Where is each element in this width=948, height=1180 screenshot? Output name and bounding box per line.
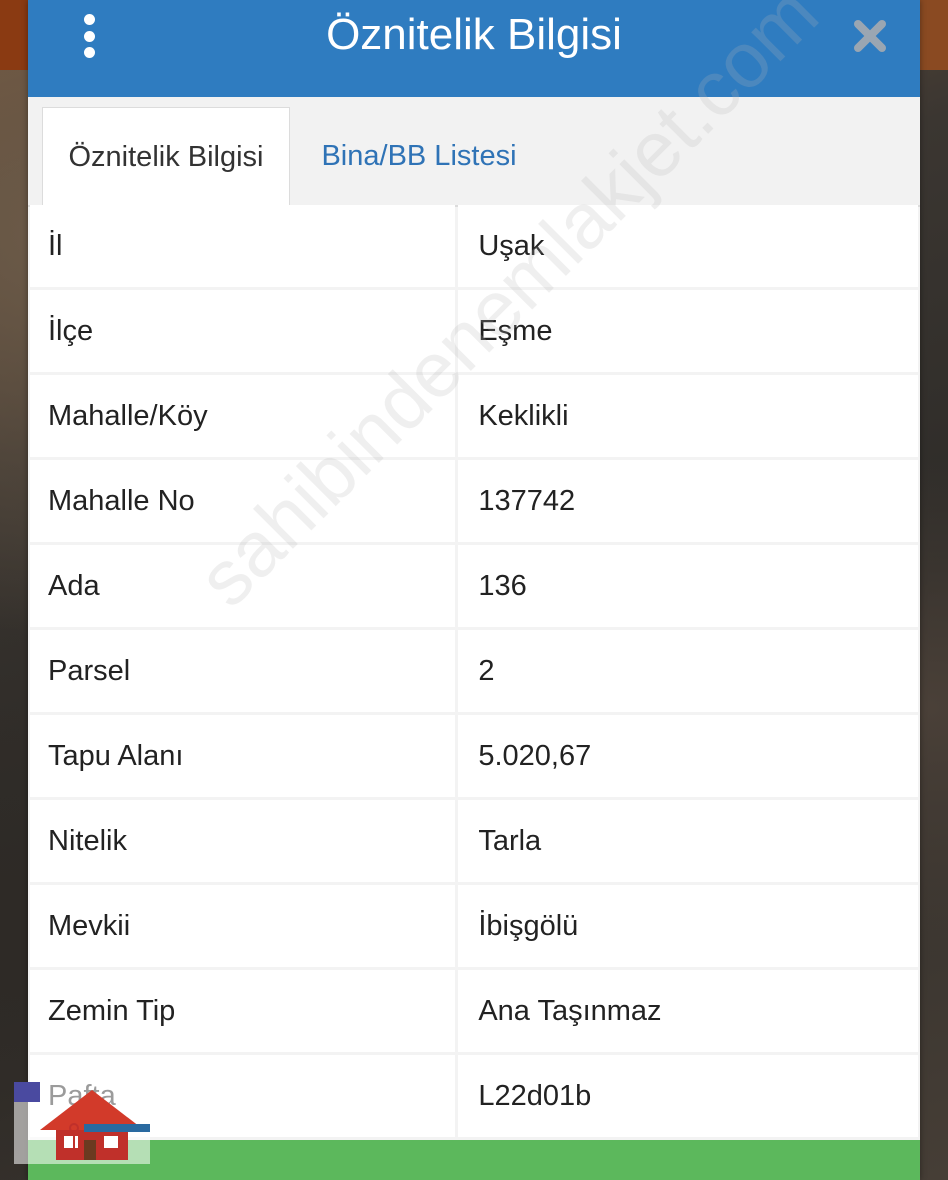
attribute-row: PaftaL22d01b: [30, 1055, 918, 1140]
attribute-table: İl Uşak İlçe Eşme Mahalle/Köy Keklikli Mahalle…: [30, 205, 918, 1140]
attribute-value: L22d01b: [458, 1055, 918, 1137]
attribute-value: Keklikli: [458, 375, 918, 457]
close-icon[interactable]: [852, 18, 888, 54]
attribute-row: Zemin Tip Ana Taşınmaz: [30, 970, 918, 1055]
attribute-value: 136: [458, 545, 918, 627]
attribute-row: İlçe Eşme: [30, 290, 918, 375]
more-vertical-icon[interactable]: [78, 14, 100, 58]
dialog-title: Öznitelik Bilgisi: [326, 9, 622, 59]
attribute-row: Ada 136: [30, 545, 918, 630]
tab-building-list[interactable]: Bina/BB Listesi: [314, 107, 524, 205]
attribute-key: Zemin Tip: [30, 970, 456, 1052]
attribute-value: İbişgölü: [458, 885, 918, 967]
attribute-value: 5.020,67: [458, 715, 918, 797]
attribute-key: Tapu Alanı: [30, 715, 456, 797]
attribute-row: İl Uşak: [30, 205, 918, 290]
attribute-row: Parsel 2: [30, 630, 918, 715]
attribute-key: Mevkii: [30, 885, 456, 967]
attribute-info-dialog: Öznitelik Bilgisi Öznitelik Bilgisi Bina…: [28, 0, 920, 1180]
attribute-key: Mahalle/Köy: [30, 375, 456, 457]
attribute-key: İl: [30, 205, 456, 287]
attribute-value: 2: [458, 630, 918, 712]
life-gayrimenkul-logo: [14, 1082, 150, 1164]
attribute-key: Nitelik: [30, 800, 456, 882]
attribute-row: Nitelik Tarla: [30, 800, 918, 885]
tab-attribute-info[interactable]: Öznitelik Bilgisi: [42, 107, 290, 206]
attribute-row: Tapu Alanı 5.020,67: [30, 715, 918, 800]
attribute-value: Tarla: [458, 800, 918, 882]
attribute-value: Ana Taşınmaz: [458, 970, 918, 1052]
attribute-key: Parsel: [30, 630, 456, 712]
tab-bar: Öznitelik Bilgisi Bina/BB Listesi: [28, 97, 920, 207]
dialog-header: Öznitelik Bilgisi: [28, 0, 920, 97]
attribute-value: Eşme: [458, 290, 918, 372]
map-edge-left: [0, 0, 28, 70]
attribute-value: Uşak: [458, 205, 918, 287]
attribute-key: İlçe: [30, 290, 456, 372]
attribute-row: Mahalle/Köy Keklikli: [30, 375, 918, 460]
map-edge-right: [920, 0, 948, 70]
footer-action-bar[interactable]: [28, 1140, 920, 1180]
attribute-key: Mahalle No: [30, 460, 456, 542]
attribute-row: Mahalle No 137742: [30, 460, 918, 545]
attribute-row: Mevkii İbişgölü: [30, 885, 918, 970]
attribute-key: Ada: [30, 545, 456, 627]
attribute-value: 137742: [458, 460, 918, 542]
